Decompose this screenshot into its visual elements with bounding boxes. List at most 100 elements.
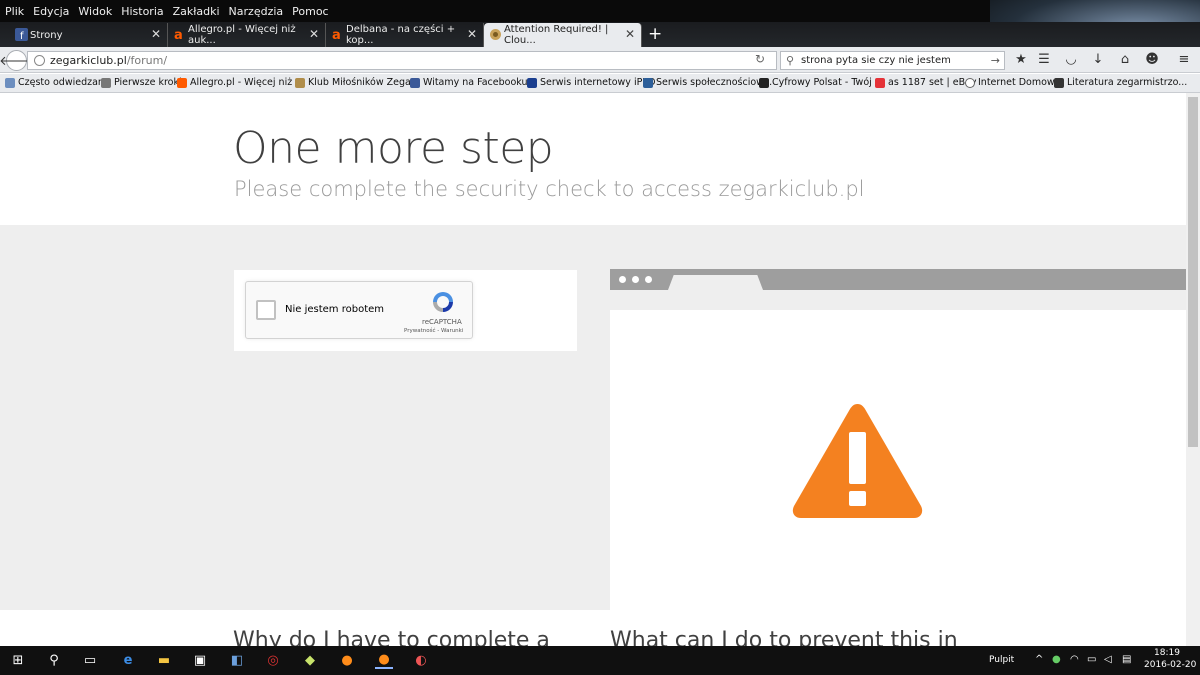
bookmark-label: Serwis społecznościow... [656, 77, 773, 88]
menu-edycja[interactable]: Edycja [33, 5, 69, 18]
wifi-icon[interactable]: ◠ [1070, 654, 1079, 665]
tab-title: Attention Required! | Clou... [504, 24, 609, 46]
menu-narzedzia[interactable]: Narzędzia [229, 5, 284, 18]
desktop-label[interactable]: Pulpit [989, 655, 1014, 665]
tab-attention-required[interactable]: Attention Required! | Clou... ✕ [484, 23, 642, 47]
menu-historia[interactable]: Historia [121, 5, 163, 18]
home-icon[interactable]: ⌂ [1117, 52, 1133, 67]
notifications-icon[interactable]: ▤ [1122, 654, 1131, 665]
tab-strony[interactable]: f Strony ✕ [10, 23, 168, 47]
bookmark-item[interactable]: Internet Domowy [965, 77, 1060, 88]
scrollbar-thumb[interactable] [1188, 97, 1198, 447]
arrow-right-icon[interactable]: → [991, 54, 1000, 67]
bookmark-label: Internet Domowy [978, 77, 1061, 88]
hamburger-menu-icon[interactable]: ≡ [1176, 52, 1192, 67]
bookmark-star-icon[interactable]: ★ [1013, 52, 1029, 67]
illustration-dot [632, 276, 639, 283]
opera-icon[interactable]: ◎ [264, 651, 282, 669]
battery-icon[interactable]: ▭ [1087, 654, 1096, 665]
warning-icon [792, 404, 923, 518]
app-icon[interactable]: ◆ [301, 651, 319, 669]
store-icon[interactable]: ▣ [191, 651, 209, 669]
reload-icon[interactable]: ↻ [755, 52, 765, 66]
clock-date[interactable]: 2016-02-20 [1144, 660, 1196, 670]
recaptcha-widget: Nie jestem robotem reCAPTCHA Prywatność … [245, 281, 473, 339]
svg-text:a: a [174, 28, 183, 41]
new-tab-button[interactable]: + [648, 24, 662, 44]
facebook-icon: f [15, 28, 28, 41]
menu-pomoc[interactable]: Pomoc [292, 5, 328, 18]
bookmark-label: Literatura zegarmistrzo... [1067, 77, 1188, 88]
taskbar [0, 646, 1200, 675]
recaptcha-checkbox[interactable] [256, 300, 276, 320]
download-icon[interactable]: ↓ [1090, 52, 1106, 67]
facebook-icon [410, 77, 420, 88]
bookmark-item[interactable]: Allegro.pl - Więcej niż ... [177, 77, 304, 88]
bookmark-item[interactable]: Literatura zegarmistrzo... [1054, 77, 1187, 88]
recaptcha-links[interactable]: Prywatność - Warunki [404, 328, 463, 334]
recaptcha-label: Nie jestem robotem [285, 304, 385, 315]
search-icon[interactable]: ⚲ [45, 651, 63, 669]
bookmark-item[interactable]: Klub Miłośników Zega... [295, 77, 420, 88]
close-icon[interactable]: ✕ [467, 27, 477, 41]
bookmark-item[interactable]: Często odwiedzane [5, 77, 110, 88]
hello-icon[interactable]: ☻ [1144, 52, 1160, 67]
tab-title: Allegro.pl - Więcej niż auk... [188, 24, 296, 46]
menu-plik[interactable]: Plik [5, 5, 24, 18]
bookmark-label: Allegro.pl - Więcej niż ... [190, 77, 305, 88]
firefox-icon [101, 77, 111, 88]
recaptcha-brand: reCAPTCHA [422, 318, 462, 326]
url-path: /forum/ [126, 54, 168, 67]
illustration-tab [668, 275, 763, 290]
svg-text:a: a [332, 28, 341, 41]
task-view-icon[interactable]: ▭ [81, 651, 99, 669]
tab-delbana[interactable]: a Delbana - na części + kop... ✕ [326, 23, 484, 47]
app-icon[interactable]: ◧ [228, 651, 246, 669]
internet-icon [965, 77, 975, 88]
back-button[interactable]: 🡐 [0, 50, 34, 71]
pocket-icon[interactable]: ◡ [1063, 52, 1079, 67]
tray-app-icon[interactable]: ● [1052, 654, 1061, 665]
firefox-icon[interactable]: ● [338, 651, 356, 669]
bookmark-item[interactable]: Serwis społecznościow... [643, 77, 772, 88]
page-subtitle: Please complete the security check to ac… [234, 177, 865, 201]
clock-time[interactable]: 18:19 [1154, 648, 1180, 658]
close-icon[interactable]: ✕ [625, 27, 635, 41]
why-heading: Why do I have to complete a [233, 628, 550, 646]
prevent-heading: What can I do to prevent this in [610, 628, 958, 646]
url-domain: zegarkiclub.pl [50, 54, 127, 67]
ebay-icon [875, 77, 885, 88]
volume-icon[interactable]: ◁ [1104, 654, 1112, 665]
bookmark-item[interactable]: as 1187 set | eBay [875, 77, 977, 88]
bookmark-item[interactable]: Cyfrowy Polsat - Twój ... [759, 77, 884, 88]
book-icon [1054, 77, 1064, 88]
recaptcha-logo-icon [433, 292, 453, 312]
bookmark-item[interactable]: Witamy na Facebooku... [410, 77, 537, 88]
bookmarks-bar: Często odwiedzane Pierwsze kroki Allegro… [0, 74, 1200, 93]
windows-start-icon[interactable]: ⊞ [9, 651, 27, 669]
url-bar[interactable]: zegarkiclub.pl/forum/ [27, 51, 777, 70]
tab-title: Strony [30, 29, 63, 41]
allegro-icon: a [174, 28, 183, 41]
folder-icon [5, 77, 15, 88]
ccleaner-icon[interactable]: ◐ [412, 651, 430, 669]
site-icon [295, 77, 305, 88]
chevron-up-icon[interactable]: ^ [1035, 654, 1043, 665]
reading-list-icon[interactable]: ☰ [1036, 52, 1052, 67]
close-icon[interactable]: ✕ [309, 27, 319, 41]
ipko-icon [527, 77, 537, 88]
menu-zakladki[interactable]: Zakładki [173, 5, 220, 18]
close-icon[interactable]: ✕ [151, 27, 161, 41]
bookmark-item[interactable]: Pierwsze kroki [101, 77, 182, 88]
firefox-active-icon[interactable]: ● [375, 651, 393, 669]
bookmark-item[interactable]: Serwis internetowy iPKO [527, 77, 656, 88]
svg-text:f: f [20, 31, 24, 41]
menu-widok[interactable]: Widok [78, 5, 112, 18]
illustration-dot [619, 276, 626, 283]
search-input[interactable]: ⚲ strona pyta sie czy nie jestem → [780, 51, 1005, 70]
edge-icon[interactable]: e [119, 651, 137, 669]
globe-icon [34, 55, 45, 66]
page-content: One more step Please complete the securi… [0, 93, 1186, 646]
tab-allegro[interactable]: a Allegro.pl - Więcej niż auk... ✕ [168, 23, 326, 47]
file-explorer-icon[interactable]: ▬ [155, 651, 173, 669]
